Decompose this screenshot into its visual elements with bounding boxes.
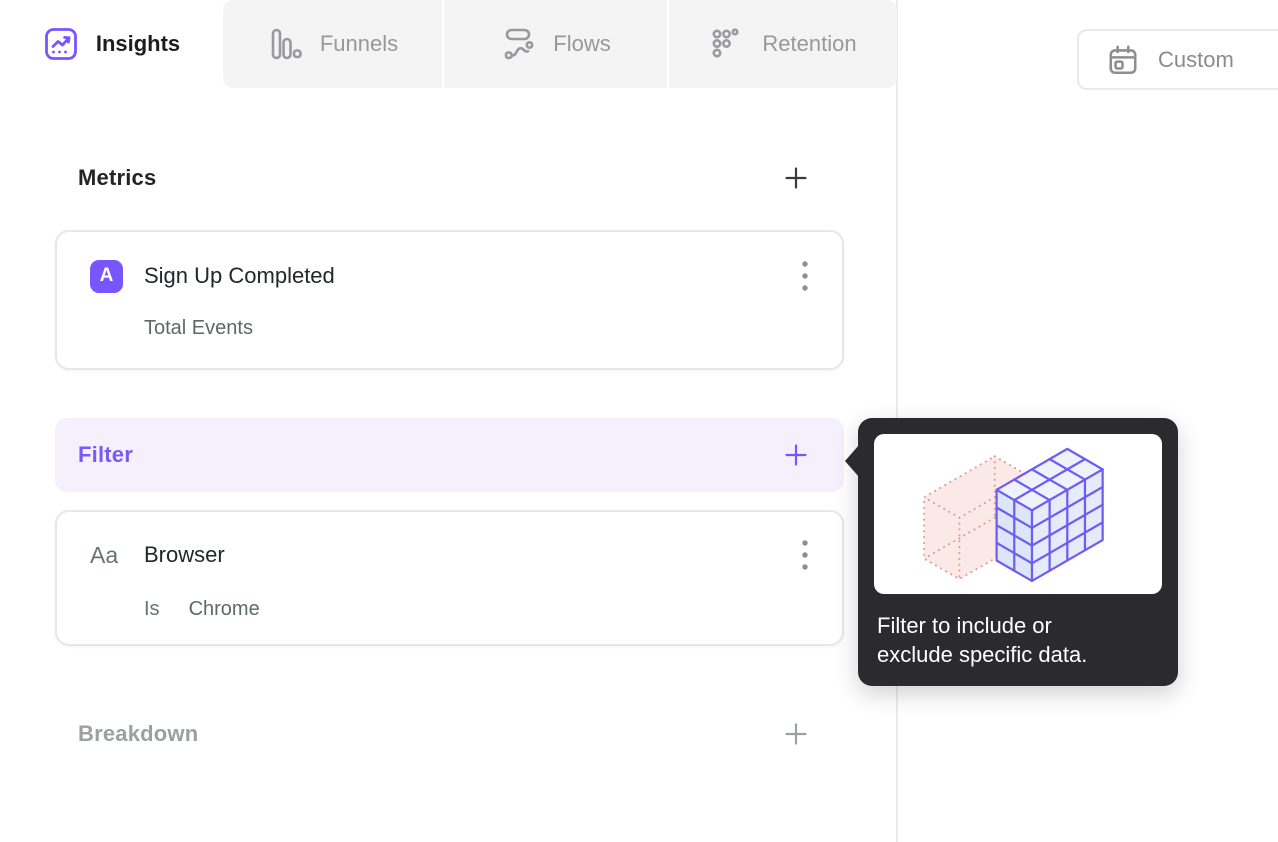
filter-operator[interactable]: Is (144, 598, 160, 621)
tab-insights[interactable]: Insights (0, 0, 223, 88)
calendar-icon (1106, 43, 1140, 77)
tab-label: Funnels (319, 31, 399, 56)
tab-label: Flows (553, 31, 611, 56)
add-breakdown-button[interactable] (783, 721, 809, 747)
flows-icon (500, 26, 536, 62)
report-tabs: Insights Funnels Flows Retention (0, 0, 897, 88)
tab-funnels[interactable]: Funnels (223, 0, 442, 88)
text-property-icon: Aa (90, 541, 119, 568)
filter-property-card[interactable]: Aa Browser Is Chrome (55, 510, 844, 646)
metric-event-card[interactable]: A Sign Up Completed Total Events (55, 230, 844, 370)
breakdown-section-header: Breakdown (55, 714, 844, 754)
filter-illustration (874, 434, 1162, 594)
filter-section-header[interactable]: Filter (55, 418, 844, 492)
tooltip-caption: Filter to include or exclude specific da… (877, 613, 1088, 667)
metrics-heading: Metrics (78, 165, 157, 190)
retention-icon (709, 26, 745, 62)
tooltip-caret (845, 445, 859, 477)
tab-flows[interactable]: Flows (442, 0, 667, 88)
breakdown-heading: Breakdown (78, 721, 199, 746)
add-metric-button[interactable] (783, 165, 809, 191)
filter-heading: Filter (78, 442, 133, 467)
metric-aggregation[interactable]: Total Events (144, 317, 253, 340)
metrics-section-header: Metrics (55, 158, 844, 198)
kebab-menu-icon[interactable] (798, 536, 812, 574)
filter-tooltip: Filter to include or exclude specific da… (845, 418, 1178, 686)
filter-value[interactable]: Chrome (189, 598, 260, 621)
kebab-menu-icon[interactable] (798, 257, 812, 295)
metric-event-name: Sign Up Completed (144, 263, 335, 288)
insights-icon (43, 26, 79, 62)
tab-label: Insights (95, 31, 181, 56)
funnels-icon (267, 26, 303, 62)
tab-retention[interactable]: Retention (667, 0, 897, 88)
filter-property-name: Browser (144, 542, 225, 567)
tab-label: Retention (762, 31, 857, 56)
add-filter-button[interactable] (783, 442, 809, 468)
metric-badge: A (90, 259, 123, 293)
date-range-custom-button[interactable]: Custom (1077, 29, 1278, 90)
date-range-label: Custom (1158, 46, 1234, 72)
